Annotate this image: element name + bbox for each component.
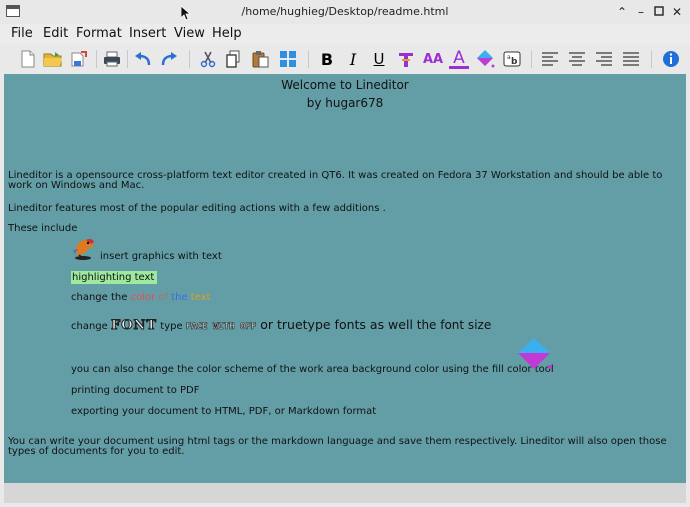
italic-icon[interactable]: I (343, 49, 363, 69)
list-item-export: exporting your document to HTML, PDF, or… (71, 406, 377, 417)
undo-icon[interactable] (133, 49, 153, 69)
font-color-icon[interactable]: A (449, 48, 469, 69)
font-prefix-text: change (71, 321, 111, 332)
text-type-icon[interactable] (396, 49, 416, 69)
fill-color-icon[interactable] (475, 49, 495, 69)
color-prefix-text: change the (71, 292, 131, 303)
decorative-face-words: FACE WITH OFF (185, 322, 257, 333)
new-file-icon[interactable] (18, 49, 38, 69)
list-item-graphics: insert graphics with text (100, 251, 222, 262)
paste-icon[interactable] (250, 49, 270, 69)
menu-file[interactable]: File (11, 26, 33, 41)
title-bar: /home/hughieg/Desktop/readme.html ⌃ – ✕ (0, 0, 690, 24)
toolbar: B I U AA A ab (0, 44, 690, 74)
bold-icon[interactable]: B (317, 49, 337, 69)
colored-word-of: of (155, 292, 172, 303)
chevron-up-icon[interactable]: ⌃ (614, 4, 630, 20)
document-heading: Welcome to Lineditor (281, 78, 409, 92)
colored-word-the: the (171, 292, 188, 303)
menu-edit[interactable]: Edit (43, 26, 68, 41)
font-size-text: the font size (412, 318, 492, 332)
align-center-icon[interactable] (567, 49, 587, 69)
features-paragraph: Lineditor features most of the popular e… (8, 203, 386, 214)
window-title: /home/hughieg/Desktop/readme.html (241, 5, 449, 18)
underline-icon[interactable]: U (369, 49, 389, 69)
mouse-cursor-icon (181, 6, 191, 21)
menu-bar: File Edit Format Insert View Help (0, 24, 690, 44)
closing-paragraph: You can write your document using html t… (8, 436, 667, 457)
colored-word-text: text (187, 292, 211, 303)
list-item-font: change FONT type FACE WITH OFF or truety… (71, 317, 491, 335)
list-item-fill: you can also change the color scheme of … (71, 364, 554, 375)
align-left-icon[interactable] (540, 49, 560, 69)
open-folder-icon[interactable] (43, 49, 63, 69)
maximize-button[interactable] (651, 4, 667, 20)
decorative-font-word: FONT (110, 318, 158, 334)
save-icon[interactable] (69, 49, 89, 69)
intro-paragraph: Lineditor is a opensource cross-platform… (8, 170, 663, 191)
status-bar (4, 483, 686, 503)
menu-view[interactable]: View (174, 26, 205, 41)
colored-word-color: color (130, 292, 156, 303)
cut-icon[interactable] (198, 49, 218, 69)
menu-help[interactable]: Help (212, 26, 242, 41)
minimize-button[interactable]: – (633, 4, 649, 20)
fill-color-graphic-icon (518, 338, 552, 369)
justify-icon[interactable] (621, 49, 641, 69)
list-item-pdf: printing document to PDF (71, 385, 200, 396)
print-icon[interactable] (102, 49, 122, 69)
find-replace-icon[interactable]: ab (502, 49, 522, 69)
select-all-icon[interactable] (278, 49, 298, 69)
list-item-highlight: highlighting text (71, 271, 158, 284)
list-item-color: change the color of the text (71, 292, 211, 303)
document-editor[interactable]: Welcome to Lineditor by hugar678 Linedit… (4, 74, 686, 483)
font-size-icon[interactable]: AA (421, 49, 445, 69)
close-button[interactable]: ✕ (669, 4, 685, 20)
document-subheading: by hugar678 (306, 96, 384, 110)
parrot-graphic-icon (73, 238, 94, 260)
these-include-label: These include (8, 223, 78, 234)
align-right-icon[interactable] (594, 49, 614, 69)
truetype-text: or truetype fonts as well (256, 317, 413, 332)
info-icon[interactable] (661, 49, 681, 69)
menu-insert[interactable]: Insert (129, 26, 166, 41)
svg-text:b: b (511, 57, 518, 67)
redo-icon[interactable] (159, 49, 179, 69)
menu-format[interactable]: Format (76, 26, 122, 41)
copy-icon[interactable] (224, 49, 244, 69)
font-type-text: type (157, 321, 186, 332)
